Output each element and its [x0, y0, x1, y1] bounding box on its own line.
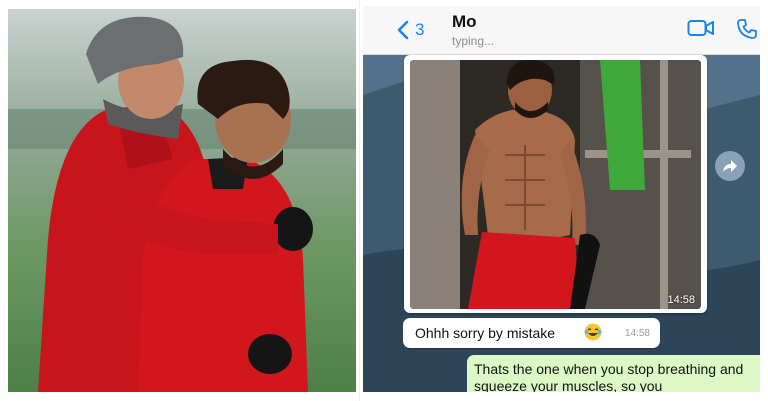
chevron-left-icon — [397, 20, 409, 40]
photo-illustration — [8, 9, 356, 392]
image-message[interactable]: 14:58 — [404, 55, 707, 313]
unread-count: 3 — [415, 20, 425, 39]
laughing-tears-emoji — [584, 323, 602, 341]
voice-call-button[interactable] — [736, 18, 758, 45]
outgoing-message[interactable]: Thats the one when you stop breathing an… — [467, 355, 760, 392]
message-text: Thats the one when you stop breathing an… — [474, 361, 744, 392]
incoming-message[interactable]: Ohhh sorry by mistake 14:58 — [403, 318, 660, 348]
photo-two-players-training — [8, 9, 356, 392]
video-call-button[interactable] — [687, 18, 715, 43]
photo-illustration — [410, 60, 701, 309]
chat-screenshot: 3 Mo typing... 14:58 Ohhh sorry by mista… — [363, 6, 760, 392]
forward-button[interactable] — [715, 151, 745, 181]
chat-header: 3 Mo typing... — [363, 6, 760, 55]
contact-name[interactable]: Mo — [452, 12, 477, 32]
shirtless-player-photo[interactable]: 14:58 — [410, 60, 701, 309]
divider — [359, 0, 360, 401]
video-camera-icon — [687, 20, 714, 36]
forward-arrow-icon — [723, 160, 737, 172]
phone-icon — [737, 19, 757, 39]
contact-status: typing... — [452, 34, 495, 48]
chat-body[interactable]: 14:58 Ohhh sorry by mistake 14:58 Thats … — [363, 55, 760, 392]
back-button[interactable]: 3 — [397, 18, 424, 42]
message-text: Ohhh sorry by mistake — [415, 325, 556, 341]
message-timestamp: 14:58 — [624, 328, 650, 339]
image-timestamp: 14:58 — [667, 294, 695, 306]
